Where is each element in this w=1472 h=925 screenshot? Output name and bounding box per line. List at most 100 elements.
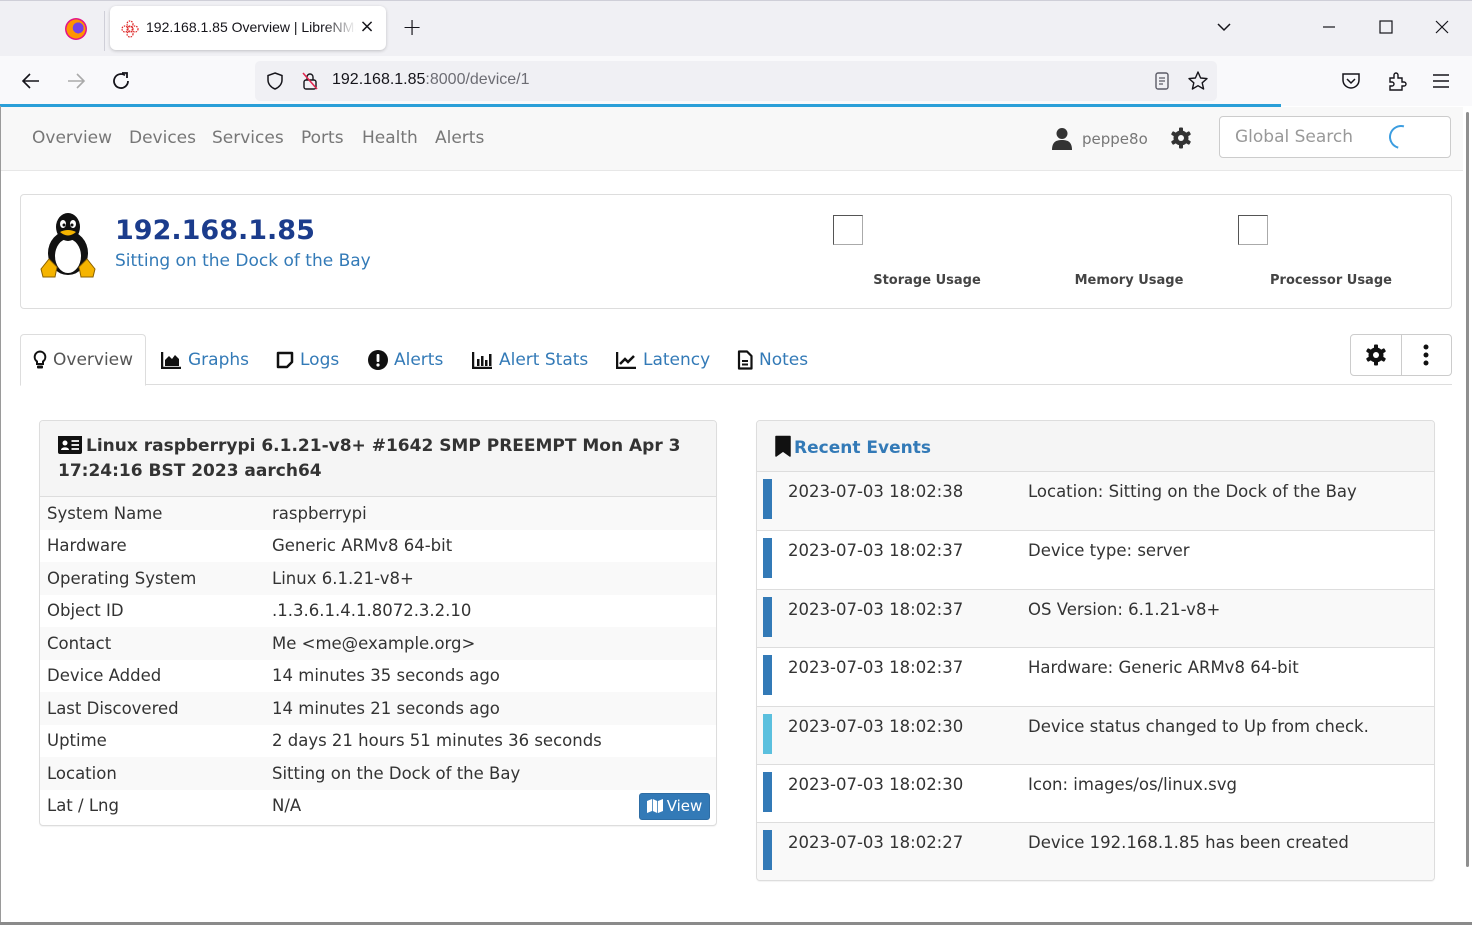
- tab-alert-stats-label: Alert Stats: [499, 349, 589, 370]
- event-row: 2023-07-03 18:02:37 Hardware: Generic ARM…: [757, 647, 1434, 705]
- bookmark-icon: [775, 435, 791, 457]
- event-message: Device status changed to Up from check.: [1028, 716, 1369, 736]
- event-time: 2023-07-03 18:02:37: [788, 658, 964, 678]
- info-row-hardware: Hardware Generic ARMv8 64-bit: [40, 530, 716, 563]
- event-message: Location: Sitting on the Dock of the Bay: [1028, 482, 1357, 501]
- reader-view-icon[interactable]: [1152, 71, 1172, 91]
- hamburger-menu-icon[interactable]: [1429, 69, 1453, 93]
- window-minimize-icon[interactable]: [1319, 17, 1339, 37]
- event-time: 2023-07-03 18:02:38: [788, 482, 964, 501]
- vertical-ellipsis-icon: [1423, 344, 1429, 366]
- device-tabs: Overview Graphs Logs Alerts Alert Stats …: [20, 334, 1452, 386]
- event-row: 2023-07-03 18:02:38 Location: Sitting on …: [757, 472, 1434, 531]
- info-value: 14 minutes 21 seconds ago: [272, 698, 500, 718]
- view-map-button[interactable]: View: [639, 792, 710, 820]
- tab-notes[interactable]: Notes: [725, 334, 820, 385]
- browser-navbar: 192.168.1.85:8000/device/1: [0, 56, 1472, 106]
- url-path: :8000/device/1: [425, 71, 530, 88]
- event-time: 2023-07-03 18:02:37: [788, 599, 964, 619]
- pocket-icon[interactable]: [1339, 69, 1363, 93]
- window-frame-left: [0, 106, 1, 925]
- system-info-heading: Linux raspberrypi 6.1.21-v8+ #1642 SMP P…: [40, 421, 716, 497]
- view-button-label: View: [666, 797, 703, 815]
- recent-events-title[interactable]: Recent Events: [794, 438, 931, 458]
- device-settings-button[interactable]: [1351, 335, 1402, 375]
- tab-graphs[interactable]: Graphs: [149, 334, 261, 385]
- event-severity-bar: [763, 713, 772, 754]
- event-row: 2023-07-03 18:02:30 Device status changed…: [757, 705, 1434, 764]
- info-row-object-id: Object ID .1.3.6.1.4.1.8072.3.2.10: [40, 595, 716, 628]
- username-link[interactable]: peppe8o: [1082, 130, 1148, 148]
- page-scrollbar[interactable]: [1466, 112, 1469, 867]
- info-row-last-discovered: Last Discovered 14 minutes 21 seconds ago: [40, 692, 716, 725]
- tab-graphs-label: Graphs: [188, 349, 250, 370]
- info-row-operating-system: Operating System Linux 6.1.21-v8+: [40, 562, 716, 595]
- new-tab-button[interactable]: +: [400, 15, 424, 39]
- info-key: Hardware: [47, 536, 127, 556]
- storage-usage-broken-image-icon[interactable]: [833, 215, 863, 245]
- insecure-lock-icon[interactable]: [300, 71, 320, 91]
- event-time: 2023-07-03 18:02:30: [788, 774, 964, 794]
- info-key: Uptime: [47, 731, 107, 751]
- window-close-icon[interactable]: [1432, 17, 1452, 37]
- recent-events-list: 2023-07-03 18:02:38 Location: Sitting on …: [757, 472, 1434, 880]
- processor-usage-broken-image-icon[interactable]: [1238, 215, 1268, 245]
- event-message: OS Version: 6.1.21-v8+: [1028, 599, 1221, 619]
- device-header-panel: 192.168.1.85 Sitting on the Dock of the …: [20, 194, 1452, 309]
- lightbulb-icon: [33, 350, 47, 369]
- address-bar[interactable]: 192.168.1.85:8000/device/1: [255, 61, 1217, 101]
- info-value: raspberrypi: [272, 503, 367, 523]
- device-more-options-button[interactable]: [1402, 335, 1452, 375]
- firefox-logo-icon[interactable]: [65, 18, 87, 40]
- back-arrow-icon[interactable]: [19, 69, 43, 93]
- info-row-device-added: Device Added 14 minutes 35 seconds ago: [40, 660, 716, 693]
- file-text-icon: [737, 349, 753, 370]
- tab-alerts[interactable]: Alerts: [356, 334, 455, 385]
- event-severity-bar: [763, 830, 772, 871]
- device-hostname[interactable]: 192.168.1.85: [115, 215, 315, 246]
- nav-alerts[interactable]: Alerts: [435, 128, 484, 148]
- info-value: .1.3.6.1.4.1.8072.3.2.10: [272, 601, 472, 621]
- forward-arrow-icon[interactable]: [64, 69, 88, 93]
- nav-ports[interactable]: Ports: [301, 128, 344, 148]
- nav-services[interactable]: Services: [212, 128, 284, 148]
- event-severity-bar: [763, 538, 772, 579]
- tab-alerts-label: Alerts: [394, 349, 444, 370]
- nav-devices[interactable]: Devices: [129, 128, 196, 148]
- tracking-shield-icon[interactable]: [265, 71, 285, 91]
- info-row-contact: Contact Me <me@example.org>: [40, 627, 716, 660]
- linux-tux-icon: [40, 213, 96, 278]
- recent-events-panel: Recent Events 2023-07-03 18:02:38 Locatio…: [756, 420, 1435, 881]
- event-row: 2023-07-03 18:02:30 Icon: images/os/linux…: [757, 763, 1434, 822]
- info-row-location: Location Sitting on the Dock of the Bay: [40, 757, 716, 790]
- line-chart-icon: [616, 351, 636, 369]
- info-value: Generic ARMv8 64-bit: [272, 536, 453, 556]
- bookmark-star-icon[interactable]: [1187, 70, 1209, 92]
- global-search-input[interactable]: [1219, 116, 1451, 158]
- event-row: 2023-07-03 18:02:37 OS Version: 6.1.21-v8…: [757, 588, 1434, 648]
- tab-notes-label: Notes: [759, 349, 809, 370]
- tab-logs[interactable]: Logs: [264, 334, 351, 385]
- tab-latency[interactable]: Latency: [604, 334, 722, 385]
- user-icon[interactable]: [1051, 127, 1073, 151]
- window-maximize-icon[interactable]: [1376, 17, 1396, 37]
- event-row: 2023-07-03 18:02:37 Device type: server: [757, 530, 1434, 588]
- tab-overview[interactable]: Overview: [20, 334, 147, 386]
- tab-logs-label: Logs: [300, 349, 340, 370]
- reload-icon[interactable]: [109, 69, 133, 93]
- device-location[interactable]: Sitting on the Dock of the Bay: [115, 251, 371, 271]
- tab-close-icon[interactable]: ×: [357, 16, 377, 38]
- settings-gear-icon[interactable]: [1169, 126, 1193, 150]
- browser-tab-active[interactable]: 192.168.1.85 Overview | LibreNMS ×: [110, 6, 386, 50]
- extensions-puzzle-icon[interactable]: [1385, 69, 1409, 93]
- nav-overview[interactable]: Overview: [32, 128, 112, 148]
- tab-alert-stats[interactable]: Alert Stats: [460, 334, 600, 385]
- tab-latency-label: Latency: [643, 349, 711, 370]
- sticky-note-icon: [276, 351, 294, 368]
- url-text[interactable]: 192.168.1.85:8000/device/1: [332, 71, 530, 89]
- event-message: Hardware: Generic ARMv8 64-bit: [1028, 658, 1299, 678]
- tab-list-chevron-icon[interactable]: [1214, 17, 1234, 37]
- info-key: Location: [47, 763, 117, 783]
- nav-health[interactable]: Health: [362, 128, 418, 148]
- system-info-panel: Linux raspberrypi 6.1.21-v8+ #1642 SMP P…: [39, 420, 717, 826]
